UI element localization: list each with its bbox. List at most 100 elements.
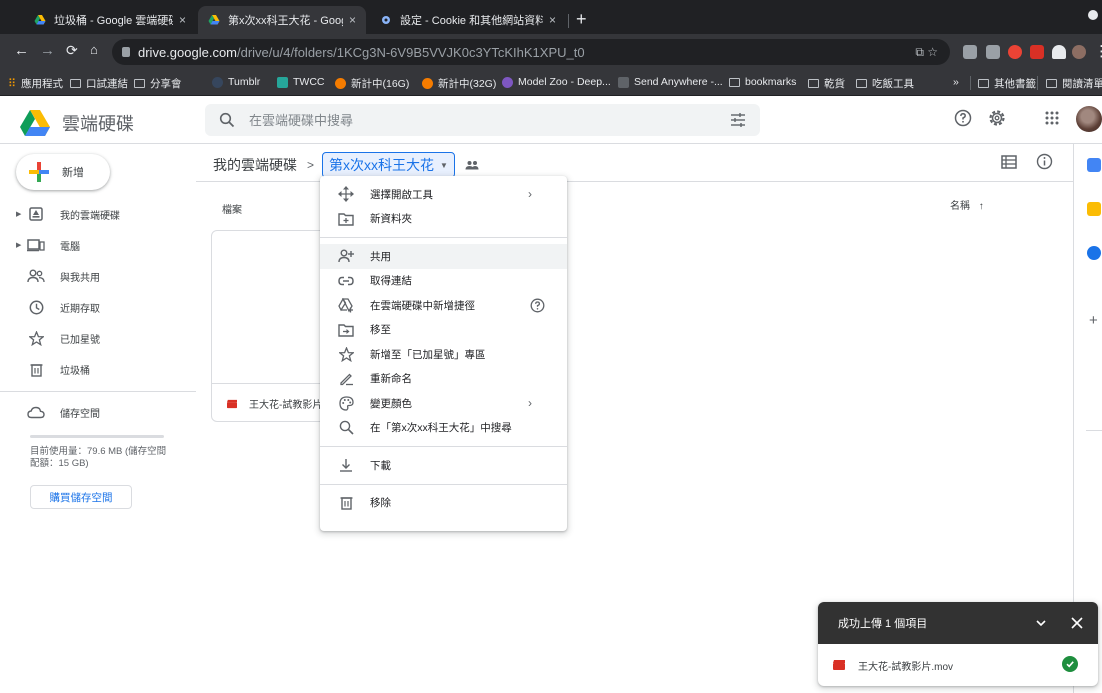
extension-icon[interactable]	[1008, 45, 1022, 59]
search-icon[interactable]	[219, 112, 235, 128]
clock-icon	[26, 300, 46, 315]
bookmark-label: bookmarks	[745, 76, 797, 88]
upload-item[interactable]: 王大花-試教影片.mov	[818, 644, 1098, 686]
extension-icon[interactable]	[1030, 45, 1044, 59]
close-tab-icon[interactable]: ×	[549, 13, 556, 27]
search-bar[interactable]	[205, 104, 760, 136]
bookmark-apps[interactable]: ⠿ 應用程式	[8, 76, 63, 91]
extension-icon[interactable]	[963, 45, 977, 59]
rename-icon	[338, 371, 354, 387]
menu-item-change-color[interactable]: 變更顏色 ›	[320, 391, 567, 416]
chevron-down-icon[interactable]	[1034, 616, 1048, 630]
menu-item-add-shortcut[interactable]: 在雲端硬碟中新增捷徑	[320, 293, 567, 318]
back-icon[interactable]: ←	[14, 42, 29, 59]
menu-item-add-to-starred[interactable]: 新增至「已加星號」專區	[320, 342, 567, 367]
menu-item-get-link[interactable]: 取得連結	[320, 269, 567, 294]
help-icon[interactable]	[530, 298, 545, 313]
tab-settings[interactable]: 設定 - Cookie 和其他網站資料 ×	[370, 6, 566, 34]
bookmark-link[interactable]: Model Zoo - Deep...	[502, 76, 611, 88]
bookmark-link[interactable]: TWCC	[277, 76, 325, 88]
browser-toolbar: ← → ⟳ ⌂ drive.google.com /drive/u/4/fold…	[0, 34, 1102, 70]
menu-item-remove[interactable]: 移除	[320, 491, 567, 516]
sidebar-item-trash[interactable]: 垃圾桶	[16, 358, 90, 380]
search-options-icon[interactable]	[730, 112, 746, 128]
tasks-icon[interactable]	[1087, 246, 1101, 260]
forward-icon[interactable]: →	[40, 42, 55, 59]
info-icon[interactable]	[1036, 153, 1053, 170]
menu-item-search-in-folder[interactable]: 在「第x次xx科王大花」中搜尋	[320, 416, 567, 441]
sidebar-item-recent[interactable]: 近期存取	[16, 296, 100, 318]
menu-item-rename[interactable]: 重新命名	[320, 367, 567, 392]
twcc-icon	[277, 76, 288, 88]
sidebar-item-starred[interactable]: 已加星號	[16, 327, 100, 349]
sidebar-item-storage[interactable]: 儲存空間	[16, 401, 100, 423]
bookmark-other[interactable]: 其他書籤	[978, 76, 1036, 91]
bookmark-link[interactable]: Send Anywhere -...	[618, 76, 723, 88]
bookmark-link[interactable]: 新計中(16G)	[335, 76, 409, 91]
menu-item-share[interactable]: 共用	[320, 244, 567, 269]
sidebar-item-shared[interactable]: 與我共用	[16, 265, 100, 287]
avatar[interactable]	[1076, 106, 1102, 132]
breadcrumb-current-folder[interactable]: 第x次xx科王大花 ▼	[322, 152, 455, 178]
add-addon-icon[interactable]: +	[1089, 312, 1098, 329]
folder-icon	[856, 79, 867, 88]
sidebar-item-label: 與我共用	[60, 272, 100, 284]
expand-icon[interactable]: ▶	[16, 210, 26, 218]
tab-trash[interactable]: 垃圾桶 - Google 雲端硬碟 ×	[24, 6, 196, 34]
bookmark-link[interactable]: 新計中(32G)	[422, 76, 496, 91]
drive-logo-icon[interactable]	[20, 110, 50, 136]
apps-grid-icon[interactable]	[1045, 111, 1059, 125]
sort-by-name[interactable]: 名稱 ↑	[950, 197, 984, 212]
extension-icon[interactable]	[986, 45, 1000, 59]
sidebar-item-label: 已加星號	[60, 334, 100, 346]
address-bar-actions[interactable]: ⧉ ☆	[915, 45, 938, 60]
reload-icon[interactable]: ⟳	[66, 42, 78, 59]
bookmark-link[interactable]: Tumblr	[212, 76, 260, 88]
site-icon	[422, 78, 433, 89]
storage-usage-text: 目前使用量：79.6 MB (儲存空間配額：15 GB)	[30, 446, 167, 469]
app-title[interactable]: 雲端硬碟	[62, 110, 134, 136]
bookmark-folder[interactable]: 乾貨	[808, 76, 845, 91]
expand-icon[interactable]: ▶	[16, 241, 26, 249]
menu-item-label: 新增至「已加星號」專區	[370, 348, 486, 361]
menu-item-new-folder[interactable]: 新資料夾	[320, 207, 567, 232]
address-bar[interactable]: drive.google.com /drive/u/4/folders/1KCg…	[112, 39, 950, 65]
menu-item-download[interactable]: 下載	[320, 453, 567, 478]
bookmark-folder[interactable]: 分享會	[134, 76, 182, 91]
bookmarks-overflow[interactable]: »	[953, 76, 959, 88]
bookmark-folder[interactable]: 吃飯工具	[856, 76, 914, 91]
tab-folder[interactable]: 第x次xx科王大花 - Google 雲端 ×	[198, 6, 366, 34]
sort-arrow-icon: ↑	[978, 201, 984, 212]
menu-item-label: 移至	[370, 324, 391, 337]
menu-item-move-to[interactable]: 移至	[320, 318, 567, 343]
menu-item-open-with[interactable]: 選擇開啟工具 ›	[320, 182, 567, 207]
close-tab-icon[interactable]: ×	[349, 13, 356, 27]
sidebar-item-computers[interactable]: ▶ 電腦	[16, 234, 80, 256]
browser-menu-icon[interactable]: ⋮	[1094, 42, 1102, 60]
bookmark-label: 新計中(32G)	[438, 78, 497, 90]
search-input[interactable]	[249, 104, 719, 136]
bookmark-folder[interactable]: 口試連結	[70, 76, 128, 91]
puzzle-extensions-icon[interactable]	[1052, 45, 1066, 59]
browser-profile-icon[interactable]	[1088, 10, 1098, 20]
settings-gear-icon[interactable]	[988, 109, 1006, 127]
video-file-icon	[833, 660, 845, 670]
side-panel-divider	[1086, 430, 1102, 431]
bookmark-folder[interactable]: bookmarks	[729, 76, 796, 88]
home-icon[interactable]: ⌂	[90, 42, 98, 57]
sidebar-item-my-drive[interactable]: ▶ 我的雲端硬碟	[16, 203, 120, 225]
close-tab-icon[interactable]: ×	[179, 13, 186, 27]
upload-file-name: 王大花-試教影片.mov	[858, 661, 953, 673]
new-button[interactable]: 新增	[16, 154, 110, 190]
sort-label: 名稱	[950, 201, 970, 212]
close-icon[interactable]	[1070, 616, 1084, 630]
avatar[interactable]	[1072, 45, 1086, 59]
help-icon[interactable]	[954, 109, 972, 127]
buy-storage-button[interactable]: 購買儲存空間	[30, 485, 132, 509]
new-tab-button[interactable]: +	[576, 9, 587, 30]
keep-icon[interactable]	[1087, 202, 1101, 216]
breadcrumb-root[interactable]: 我的雲端硬碟	[213, 155, 297, 175]
calendar-icon[interactable]	[1087, 158, 1101, 172]
list-view-icon[interactable]	[1001, 155, 1017, 169]
reading-list[interactable]: 閱讀清單	[1046, 76, 1102, 91]
